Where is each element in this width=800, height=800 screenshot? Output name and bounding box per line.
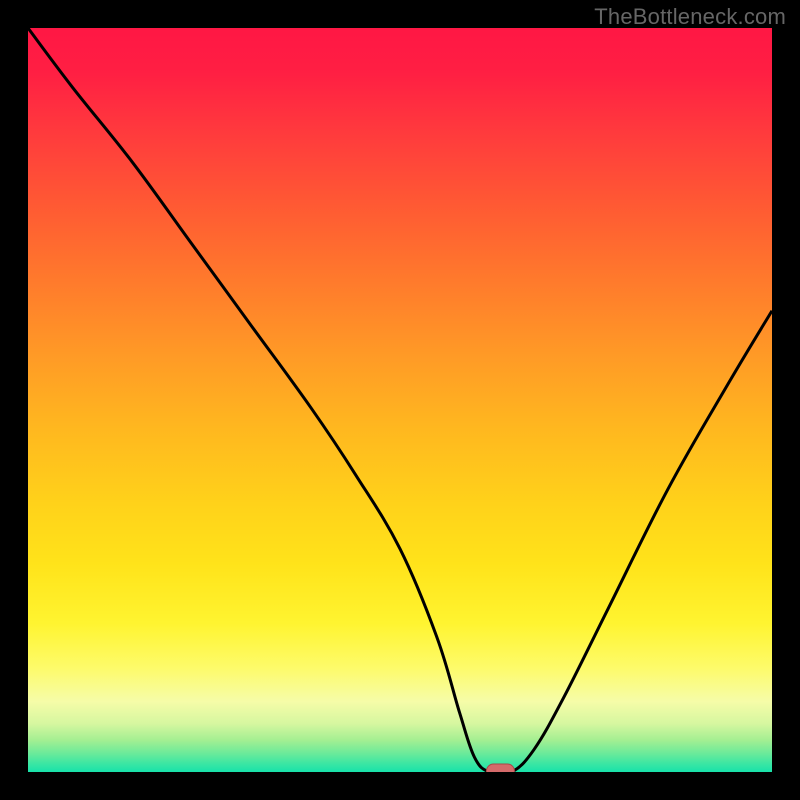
optimal-point-marker bbox=[486, 764, 514, 772]
bottleneck-chart-svg bbox=[28, 28, 772, 772]
gradient-backdrop bbox=[28, 28, 772, 772]
chart-frame: TheBottleneck.com bbox=[0, 0, 800, 800]
plot-area bbox=[28, 28, 772, 772]
watermark-text: TheBottleneck.com bbox=[594, 4, 786, 30]
